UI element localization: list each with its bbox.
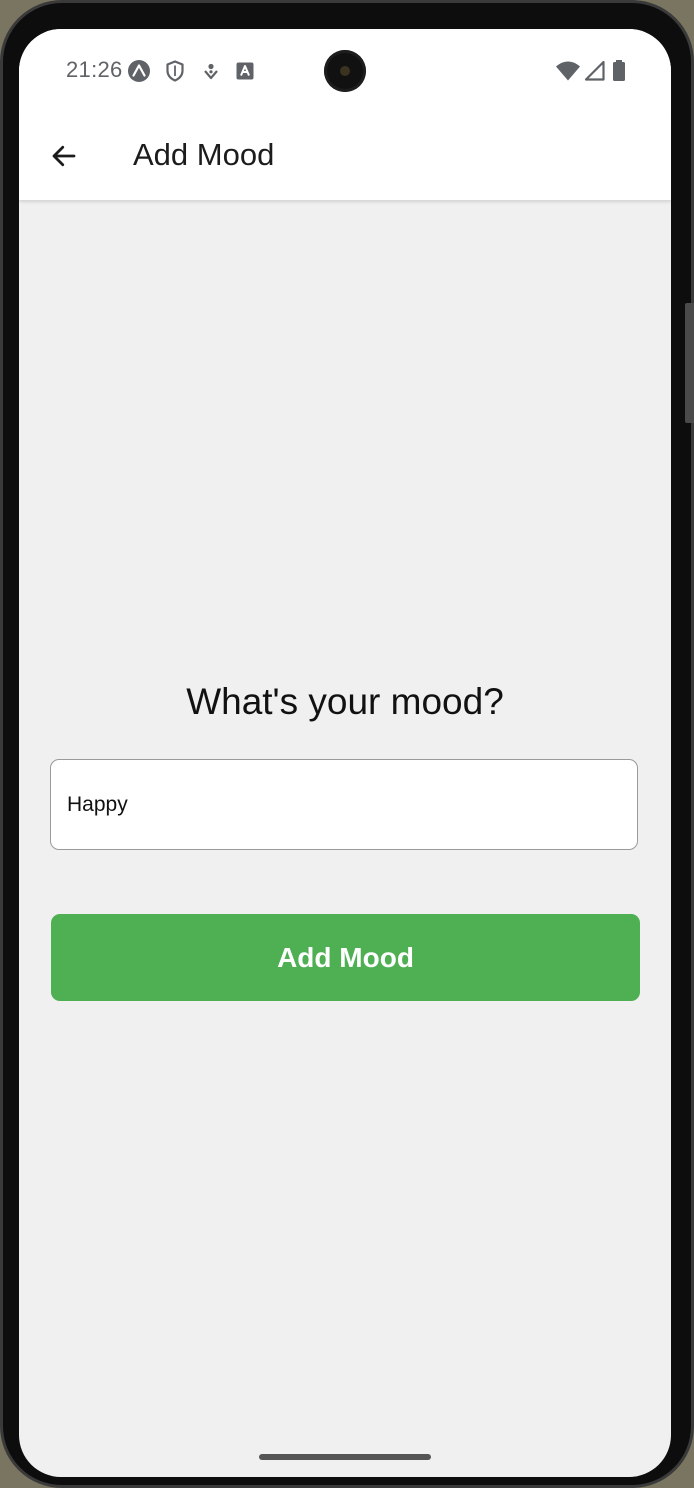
shield-icon [166, 60, 184, 82]
expo-icon [128, 60, 150, 82]
cell-signal-icon [584, 60, 605, 81]
status-time: 21:26 [66, 57, 123, 82]
battery-icon [613, 60, 625, 81]
page-title: Add Mood [133, 137, 275, 172]
wifi-icon [556, 61, 580, 81]
font-badge-icon [236, 62, 254, 80]
status-bar: 21:26 [19, 29, 671, 113]
mood-prompt: What's your mood? [186, 681, 504, 722]
phone-frame: 21:26 Add Mood What's your mood? Happy A… [0, 0, 694, 1488]
side-button [685, 303, 694, 423]
back-button[interactable] [41, 133, 87, 179]
mood-input[interactable] [50, 759, 638, 850]
arrow-left-icon [52, 145, 76, 167]
screen: 21:26 Add Mood What's your mood? Happy A… [19, 29, 671, 1477]
front-camera [324, 50, 366, 92]
location-pin-icon [204, 63, 218, 80]
add-mood-button[interactable]: Add Mood [51, 914, 640, 1001]
home-indicator[interactable] [259, 1454, 431, 1460]
app-bar: Add Mood [19, 113, 671, 200]
